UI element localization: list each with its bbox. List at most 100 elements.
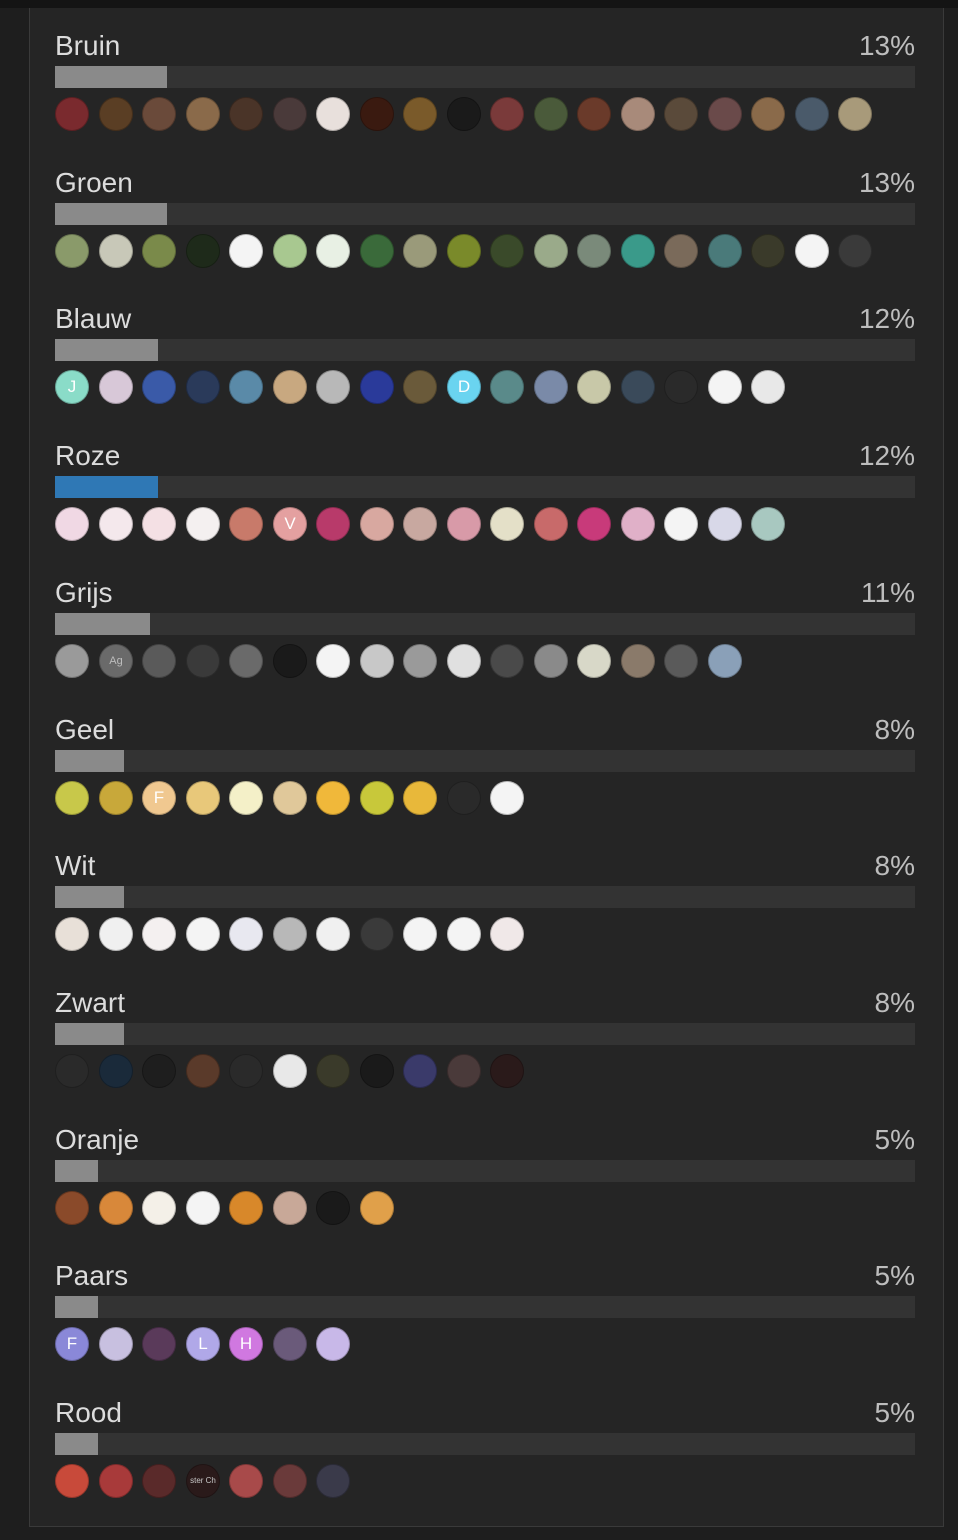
poll-option-roze[interactable]: Roze 12% V [55,440,915,550]
voter-avatar[interactable] [142,507,176,541]
voter-avatar[interactable] [621,644,655,678]
voter-avatar[interactable] [708,370,742,404]
voter-avatar[interactable] [229,507,263,541]
voter-avatar[interactable] [708,234,742,268]
voter-avatar[interactable] [186,507,220,541]
voter-avatar[interactable] [838,234,872,268]
voter-avatar[interactable] [316,1054,350,1088]
voter-avatar[interactable] [751,234,785,268]
voter-avatar[interactable] [621,370,655,404]
voter-avatar[interactable] [447,1054,481,1088]
voter-avatar[interactable] [186,781,220,815]
voter-avatar[interactable] [142,97,176,131]
voter-avatar[interactable] [273,644,307,678]
voter-avatar[interactable] [99,234,133,268]
voter-avatar[interactable] [360,507,394,541]
voter-avatar[interactable] [447,97,481,131]
voter-avatar[interactable] [316,1464,350,1498]
voter-avatar[interactable] [55,1054,89,1088]
voter-avatar[interactable] [316,507,350,541]
voter-avatar[interactable] [316,97,350,131]
voter-avatar[interactable] [795,97,829,131]
voter-avatar[interactable] [664,507,698,541]
voter-avatar[interactable] [142,917,176,951]
voter-avatar[interactable] [273,1464,307,1498]
poll-option-bruin[interactable]: Bruin 13% [55,30,915,140]
voter-avatar[interactable] [186,234,220,268]
voter-avatar[interactable] [577,644,611,678]
voter-avatar[interactable] [490,781,524,815]
voter-avatar[interactable] [621,97,655,131]
voter-avatar[interactable] [316,917,350,951]
voter-avatar[interactable] [577,97,611,131]
voter-avatar[interactable] [534,234,568,268]
voter-avatar[interactable] [229,1191,263,1225]
voter-avatar[interactable] [316,781,350,815]
voter-avatar[interactable] [273,370,307,404]
voter-avatar[interactable] [186,917,220,951]
voter-avatar[interactable] [360,917,394,951]
voter-avatar[interactable] [316,234,350,268]
voter-avatar[interactable] [142,1464,176,1498]
voter-avatar[interactable]: ster Ch [186,1464,220,1498]
voter-avatar[interactable] [99,1464,133,1498]
voter-avatar[interactable]: F [142,781,176,815]
voter-avatar[interactable] [534,97,568,131]
voter-avatar[interactable] [273,234,307,268]
poll-option-blauw[interactable]: Blauw 12% J D [55,303,915,413]
voter-avatar[interactable] [403,507,437,541]
voter-avatar[interactable] [664,234,698,268]
poll-option-oranje[interactable]: Oranje 5% [55,1124,915,1234]
voter-avatar[interactable] [99,97,133,131]
voter-avatar[interactable] [447,781,481,815]
voter-avatar[interactable]: J [55,370,89,404]
voter-avatar[interactable] [664,97,698,131]
voter-avatar[interactable] [577,370,611,404]
voter-avatar[interactable] [403,644,437,678]
voter-avatar[interactable] [273,97,307,131]
voter-avatar[interactable] [55,507,89,541]
voter-avatar[interactable] [360,370,394,404]
voter-avatar[interactable] [577,507,611,541]
voter-avatar[interactable] [99,917,133,951]
voter-avatar[interactable] [316,1191,350,1225]
voter-avatar[interactable] [55,97,89,131]
voter-avatar[interactable] [142,370,176,404]
voter-avatar[interactable] [838,97,872,131]
voter-avatar[interactable] [316,1327,350,1361]
voter-avatar[interactable]: F [55,1327,89,1361]
voter-avatar[interactable] [534,507,568,541]
poll-option-wit[interactable]: Wit 8% [55,850,915,960]
voter-avatar[interactable] [664,370,698,404]
voter-avatar[interactable] [229,1464,263,1498]
voter-avatar[interactable] [229,370,263,404]
voter-avatar[interactable] [273,781,307,815]
voter-avatar[interactable] [316,644,350,678]
voter-avatar[interactable] [360,644,394,678]
voter-avatar[interactable] [577,234,611,268]
voter-avatar[interactable] [360,1191,394,1225]
voter-avatar[interactable] [142,1327,176,1361]
voter-avatar[interactable] [360,97,394,131]
poll-option-grijs[interactable]: Grijs 11% Ag [55,577,915,687]
voter-avatar[interactable] [316,370,350,404]
voter-avatar[interactable] [229,917,263,951]
voter-avatar[interactable] [99,507,133,541]
voter-avatar[interactable] [403,1054,437,1088]
voter-avatar[interactable] [360,1054,394,1088]
voter-avatar[interactable] [229,1054,263,1088]
voter-avatar[interactable] [360,781,394,815]
voter-avatar[interactable] [273,1191,307,1225]
voter-avatar[interactable] [534,370,568,404]
voter-avatar[interactable] [490,644,524,678]
voter-avatar[interactable] [621,234,655,268]
voter-avatar[interactable] [55,234,89,268]
voter-avatar[interactable] [621,507,655,541]
voter-avatar[interactable]: Ag [99,644,133,678]
voter-avatar[interactable] [490,1054,524,1088]
voter-avatar[interactable] [55,1191,89,1225]
poll-option-groen[interactable]: Groen 13% [55,167,915,277]
voter-avatar[interactable] [447,917,481,951]
voter-avatar[interactable] [186,370,220,404]
voter-avatar[interactable] [751,97,785,131]
